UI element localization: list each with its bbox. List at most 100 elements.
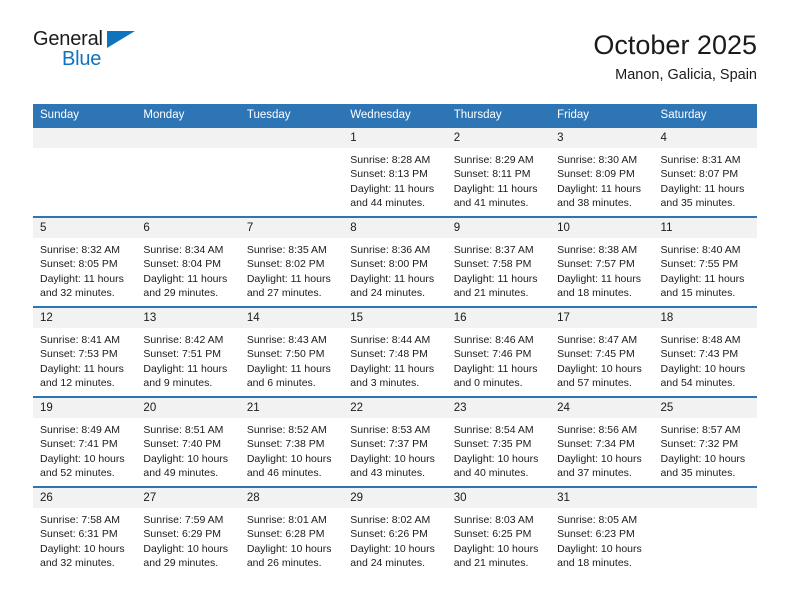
calendar-day-cell[interactable]: 29 Sunrise: 8:02 AM Sunset: 6:26 PM Dayligh… bbox=[343, 486, 447, 576]
daylight-text-line2: and 15 minutes. bbox=[660, 286, 736, 299]
calendar-day-cell[interactable]: 18 Sunrise: 8:48 AM Sunset: 7:43 PM Dayligh… bbox=[653, 306, 757, 397]
calendar-header-row: Sunday Monday Tuesday Wednesday Thursday… bbox=[33, 104, 757, 127]
calendar-day-cell[interactable]: 23 Sunrise: 8:54 AM Sunset: 7:35 PM Dayligh… bbox=[446, 396, 551, 487]
sunrise-text: Sunrise: 8:05 AM bbox=[557, 514, 638, 526]
daylight-text-line2: and 12 minutes. bbox=[40, 376, 115, 389]
calendar-day-cell[interactable]: 22 Sunrise: 8:53 AM Sunset: 7:37 PM Dayligh… bbox=[343, 396, 447, 487]
daylight-text-line2: and 21 minutes. bbox=[453, 286, 529, 299]
calendar-day-cell[interactable]: 31 Sunrise: 8:05 AM Sunset: 6:23 PM Dayligh… bbox=[550, 486, 654, 576]
day-details: Sunrise: 8:01 AM Sunset: 6:28 PM Daylight:… bbox=[240, 508, 343, 570]
day-details: Sunrise: 8:46 AM Sunset: 7:46 PM Daylight:… bbox=[447, 328, 550, 390]
calendar-day-cell[interactable]: 3 Sunrise: 8:30 AM Sunset: 8:09 PM Daylight… bbox=[550, 126, 654, 217]
calendar-day-cell[interactable]: 24 Sunrise: 8:56 AM Sunset: 7:34 PM Dayligh… bbox=[550, 396, 654, 487]
calendar-week-row: 5 Sunrise: 8:32 AM Sunset: 8:05 PM Daylight… bbox=[33, 216, 757, 307]
calendar-day-cell[interactable]: 5 Sunrise: 8:32 AM Sunset: 8:05 PM Daylight… bbox=[33, 216, 137, 307]
calendar-day-cell[interactable]: 20 Sunrise: 8:51 AM Sunset: 7:40 PM Dayligh… bbox=[136, 396, 240, 487]
daylight-text-line1: Daylight: 11 hours bbox=[40, 272, 124, 285]
day-number: 1 bbox=[343, 128, 447, 148]
sunset-text: Sunset: 7:57 PM bbox=[557, 258, 635, 271]
weekday-header-monday: Monday bbox=[136, 104, 240, 127]
sunrise-text: Sunrise: 8:47 AM bbox=[557, 334, 638, 346]
calendar-day-cell[interactable]: 10 Sunrise: 8:38 AM Sunset: 7:57 PM Dayligh… bbox=[550, 216, 654, 307]
calendar-day-cell[interactable]: 1 Sunrise: 8:28 AM Sunset: 8:13 PM Daylight… bbox=[343, 126, 447, 217]
sunset-text: Sunset: 8:13 PM bbox=[350, 168, 428, 181]
day-number: 18 bbox=[653, 308, 757, 328]
sunset-text: Sunset: 7:50 PM bbox=[246, 348, 325, 361]
daylight-text-line1: Daylight: 11 hours bbox=[453, 182, 538, 195]
calendar-day-cell[interactable]: 15 Sunrise: 8:44 AM Sunset: 7:48 PM Dayligh… bbox=[343, 306, 447, 397]
calendar-day-cell[interactable]: 26 Sunrise: 7:58 AM Sunset: 6:31 PM Dayligh… bbox=[33, 486, 137, 576]
daylight-text-line1: Daylight: 10 hours bbox=[350, 452, 435, 465]
day-details: Sunrise: 8:52 AM Sunset: 7:38 PM Daylight:… bbox=[240, 418, 343, 480]
sunset-text: Sunset: 7:35 PM bbox=[453, 438, 532, 451]
sunrise-text: Sunrise: 8:51 AM bbox=[143, 424, 224, 436]
daylight-text-line1: Daylight: 11 hours bbox=[143, 362, 228, 375]
calendar-day-cell[interactable]: 16 Sunrise: 8:46 AM Sunset: 7:46 PM Dayligh… bbox=[446, 306, 551, 397]
calendar-day-cell[interactable]: 19 Sunrise: 8:49 AM Sunset: 7:41 PM Dayligh… bbox=[33, 396, 137, 487]
sunrise-text: Sunrise: 8:57 AM bbox=[660, 424, 741, 436]
sunrise-text: Sunrise: 8:49 AM bbox=[40, 424, 120, 436]
calendar-day-cell[interactable]: 7 Sunrise: 8:35 AM Sunset: 8:02 PM Daylight… bbox=[239, 216, 344, 307]
calendar-day-cell[interactable]: 27 Sunrise: 7:59 AM Sunset: 6:29 PM Dayligh… bbox=[136, 486, 240, 576]
calendar-week-row: 1 Sunrise: 8:28 AM Sunset: 8:13 PM Daylight… bbox=[33, 126, 757, 217]
calendar-day-cell[interactable]: 28 Sunrise: 8:01 AM Sunset: 6:28 PM Dayligh… bbox=[239, 486, 344, 576]
calendar-day-cell[interactable]: 8 Sunrise: 8:36 AM Sunset: 8:00 PM Daylight… bbox=[343, 216, 447, 307]
sunrise-text: Sunrise: 8:29 AM bbox=[453, 154, 534, 166]
sunrise-text: Sunrise: 8:02 AM bbox=[350, 514, 431, 526]
daylight-text-line2: and 32 minutes. bbox=[40, 286, 115, 299]
daylight-text-line1: Daylight: 11 hours bbox=[40, 362, 124, 375]
sunset-text: Sunset: 7:46 PM bbox=[453, 348, 532, 361]
calendar-day-cell[interactable]: 14 Sunrise: 8:43 AM Sunset: 7:50 PM Dayligh… bbox=[239, 306, 344, 397]
calendar-day-cell[interactable]: 13 Sunrise: 8:42 AM Sunset: 7:51 PM Dayligh… bbox=[136, 306, 240, 397]
calendar-day-cell[interactable]: 6 Sunrise: 8:34 AM Sunset: 8:04 PM Daylight… bbox=[136, 216, 240, 307]
day-details: Sunrise: 8:30 AM Sunset: 8:09 PM Daylight:… bbox=[550, 148, 653, 210]
sunrise-text: Sunrise: 8:37 AM bbox=[453, 244, 534, 256]
calendar-day-cell[interactable]: 11 Sunrise: 8:40 AM Sunset: 7:55 PM Dayligh… bbox=[653, 216, 757, 307]
sunset-text: Sunset: 7:38 PM bbox=[246, 438, 325, 451]
day-number: 4 bbox=[653, 128, 757, 148]
sunset-text: Sunset: 7:43 PM bbox=[660, 348, 739, 361]
brand-logo[interactable]: General Blue bbox=[33, 28, 163, 78]
calendar-day-cell[interactable]: 2 Sunrise: 8:29 AM Sunset: 8:11 PM Daylight… bbox=[446, 126, 551, 217]
calendar-day-cell[interactable]: 12 Sunrise: 8:41 AM Sunset: 7:53 PM Dayligh… bbox=[33, 306, 137, 397]
sunset-text: Sunset: 6:29 PM bbox=[143, 528, 222, 541]
day-number: 8 bbox=[343, 218, 447, 238]
day-details: Sunrise: 8:43 AM Sunset: 7:50 PM Daylight:… bbox=[240, 328, 343, 390]
calendar-body: 1 Sunrise: 8:28 AM Sunset: 8:13 PM Daylight… bbox=[33, 126, 757, 576]
day-details: Sunrise: 8:03 AM Sunset: 6:25 PM Daylight:… bbox=[447, 508, 550, 570]
day-details: Sunrise: 8:44 AM Sunset: 7:48 PM Daylight:… bbox=[343, 328, 446, 390]
day-number bbox=[33, 128, 137, 148]
calendar-day-cell[interactable]: 25 Sunrise: 8:57 AM Sunset: 7:32 PM Dayligh… bbox=[653, 396, 757, 487]
page-subtitle: Manon, Galicia, Spain bbox=[615, 67, 757, 83]
daylight-text-line1: Daylight: 10 hours bbox=[246, 542, 332, 555]
day-details: Sunrise: 8:35 AM Sunset: 8:02 PM Daylight:… bbox=[240, 238, 343, 300]
day-details: Sunrise: 8:48 AM Sunset: 7:43 PM Daylight:… bbox=[654, 328, 757, 390]
daylight-text-line2: and 49 minutes. bbox=[143, 466, 219, 479]
day-number: 19 bbox=[33, 398, 137, 418]
calendar-day-cell[interactable]: 4 Sunrise: 8:31 AM Sunset: 8:07 PM Daylight… bbox=[653, 126, 757, 217]
calendar-day-cell[interactable]: 9 Sunrise: 8:37 AM Sunset: 7:58 PM Daylight… bbox=[446, 216, 551, 307]
sunrise-text: Sunrise: 8:46 AM bbox=[453, 334, 534, 346]
sunrise-text: Sunrise: 8:31 AM bbox=[660, 154, 741, 166]
calendar-day-cell[interactable]: 30 Sunrise: 8:03 AM Sunset: 6:25 PM Dayligh… bbox=[446, 486, 551, 576]
daylight-text-line2: and 18 minutes. bbox=[557, 556, 632, 569]
day-number: 26 bbox=[33, 488, 137, 508]
calendar-week-row: 12 Sunrise: 8:41 AM Sunset: 7:53 PM Dayligh… bbox=[33, 306, 757, 397]
day-number: 25 bbox=[653, 398, 757, 418]
day-number: 16 bbox=[446, 308, 551, 328]
day-details: Sunrise: 8:02 AM Sunset: 6:26 PM Daylight:… bbox=[343, 508, 446, 570]
day-number: 3 bbox=[550, 128, 654, 148]
title-block: October 2025 Manon, Galicia, Spain bbox=[593, 28, 757, 84]
sunset-text: Sunset: 7:34 PM bbox=[557, 438, 635, 451]
calendar-day-cell[interactable]: 17 Sunrise: 8:47 AM Sunset: 7:45 PM Dayligh… bbox=[550, 306, 654, 397]
calendar-week-row: 26 Sunrise: 7:58 AM Sunset: 6:31 PM Dayligh… bbox=[33, 486, 757, 576]
daylight-text-line1: Daylight: 11 hours bbox=[660, 272, 745, 285]
sunrise-text: Sunrise: 8:40 AM bbox=[660, 244, 741, 256]
day-number: 31 bbox=[550, 488, 654, 508]
sunrise-text: Sunrise: 8:43 AM bbox=[246, 334, 327, 346]
calendar-day-cell[interactable]: 21 Sunrise: 8:52 AM Sunset: 7:38 PM Dayligh… bbox=[239, 396, 344, 487]
day-number: 22 bbox=[343, 398, 447, 418]
day-number: 29 bbox=[343, 488, 447, 508]
sunrise-text: Sunrise: 8:35 AM bbox=[246, 244, 327, 256]
daylight-text-line1: Daylight: 10 hours bbox=[557, 542, 642, 555]
